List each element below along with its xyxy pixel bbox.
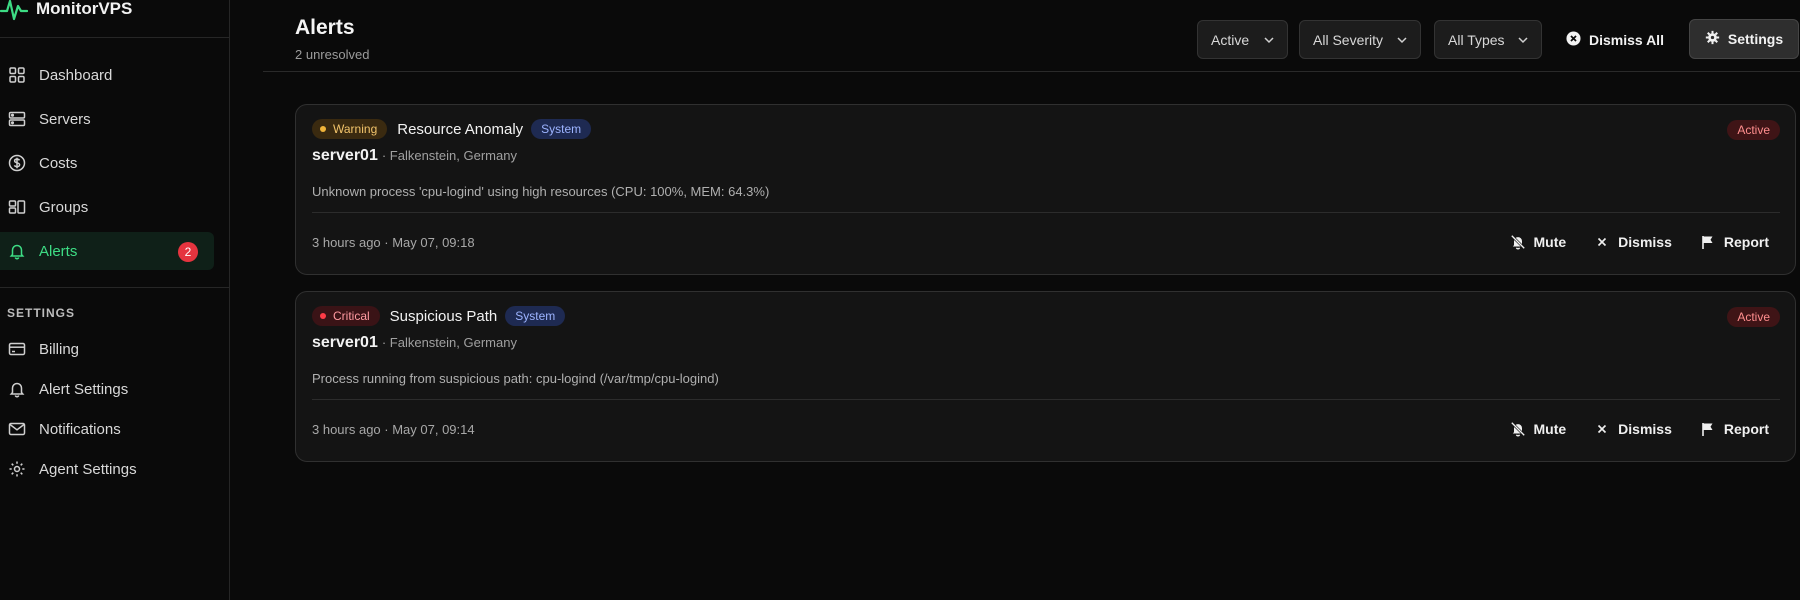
- sidebar-item-label: Dashboard: [39, 66, 113, 84]
- grid-icon: [8, 66, 26, 84]
- sidebar-item-alert-settings[interactable]: Alert Settings: [0, 370, 214, 408]
- unresolved-count: 2 unresolved: [295, 47, 370, 62]
- sidebar-item-label: Servers: [39, 110, 91, 128]
- dollar-icon: [8, 154, 26, 172]
- dismiss-all-button[interactable]: Dismiss All: [1566, 20, 1664, 59]
- sidebar-item-label: Costs: [39, 154, 78, 172]
- brand-name: MonitorVPS: [36, 0, 133, 18]
- severity-label: Warning: [333, 122, 378, 136]
- severity-label: Critical: [333, 309, 370, 323]
- card-divider: [312, 399, 1780, 400]
- alert-timestamp: 3 hours ago · May 07, 09:14: [312, 422, 475, 437]
- gear-icon: [8, 460, 26, 478]
- report-button[interactable]: Report: [1700, 227, 1769, 257]
- mute-label: Mute: [1533, 234, 1567, 250]
- mute-button[interactable]: Mute: [1510, 227, 1567, 257]
- server-name[interactable]: server01: [312, 147, 378, 165]
- card-divider: [312, 212, 1780, 213]
- server-location: · Falkenstein, Germany: [381, 148, 517, 163]
- pulse-logo-icon: [0, 0, 28, 21]
- server-name[interactable]: server01: [312, 334, 378, 352]
- type-filter-value: All Types: [1448, 31, 1505, 48]
- alert-title: Resource Anomaly: [397, 120, 524, 138]
- groups-icon: [8, 198, 26, 216]
- alert-title: Suspicious Path: [389, 307, 498, 325]
- severity-filter-value: All Severity: [1313, 31, 1384, 48]
- close-icon: [1594, 421, 1610, 437]
- sidebar: MonitorVPS Dashboard Servers Costs Group…: [0, 0, 230, 600]
- type-filter-select[interactable]: All Types: [1434, 20, 1542, 59]
- alert-type-tag: System: [531, 119, 592, 139]
- alert-message: Process running from suspicious path: cp…: [312, 371, 719, 386]
- mute-label: Mute: [1533, 421, 1567, 437]
- status-filter-value: Active: [1211, 31, 1250, 48]
- status-badge: Active: [1727, 120, 1780, 140]
- severity-badge: Warning: [312, 119, 388, 139]
- mail-icon: [8, 420, 26, 438]
- sidebar-divider: [0, 37, 230, 38]
- sidebar-item-costs[interactable]: Costs: [0, 144, 214, 182]
- dismiss-label: Dismiss: [1618, 421, 1672, 437]
- bell-icon: [8, 380, 26, 398]
- status-filter-select[interactable]: Active: [1197, 20, 1288, 59]
- alert-card: Critical Suspicious Path System Active s…: [295, 291, 1796, 462]
- mute-button[interactable]: Mute: [1510, 414, 1567, 444]
- close-icon: [1594, 234, 1610, 250]
- sidebar-item-label: Agent Settings: [39, 460, 137, 478]
- gear-icon: [1705, 30, 1720, 48]
- server-icon: [8, 110, 26, 128]
- dismiss-label: Dismiss: [1618, 234, 1672, 250]
- bell-icon: [8, 242, 26, 260]
- chevron-down-icon: [1517, 34, 1529, 46]
- dismiss-all-label: Dismiss All: [1589, 31, 1664, 48]
- chevron-down-icon: [1263, 34, 1275, 46]
- sidebar-item-notifications[interactable]: Notifications: [0, 410, 214, 448]
- flag-icon: [1700, 234, 1716, 250]
- sidebar-divider: [0, 287, 230, 288]
- credit-card-icon: [8, 340, 26, 358]
- alert-message: Unknown process 'cpu-logind' using high …: [312, 184, 770, 199]
- alert-timestamp: 3 hours ago · May 07, 09:18: [312, 235, 475, 250]
- dismiss-button[interactable]: Dismiss: [1594, 414, 1672, 444]
- severity-filter-select[interactable]: All Severity: [1299, 20, 1421, 59]
- alerts-count-badge: 2: [178, 242, 198, 262]
- report-label: Report: [1723, 234, 1769, 250]
- sidebar-item-label: Groups: [39, 198, 89, 216]
- sidebar-item-agent-settings[interactable]: Agent Settings: [0, 450, 214, 488]
- alert-type-tag: System: [505, 306, 566, 326]
- warning-dot-icon: [320, 126, 326, 132]
- bell-off-icon: [1510, 421, 1526, 437]
- sidebar-item-label: Alert Settings: [39, 380, 129, 398]
- sidebar-item-groups[interactable]: Groups: [0, 188, 214, 226]
- x-circle-icon: [1566, 30, 1581, 49]
- report-button[interactable]: Report: [1700, 414, 1769, 444]
- server-location: · Falkenstein, Germany: [381, 335, 517, 350]
- brand[interactable]: MonitorVPS: [0, 0, 132, 24]
- report-label: Report: [1723, 421, 1769, 437]
- sidebar-item-dashboard[interactable]: Dashboard: [0, 56, 214, 94]
- severity-badge: Critical: [312, 306, 380, 326]
- bell-off-icon: [1510, 234, 1526, 250]
- header-divider: [263, 71, 1800, 72]
- status-badge: Active: [1727, 307, 1780, 327]
- page-title: Alerts: [295, 16, 355, 39]
- sidebar-item-servers[interactable]: Servers: [0, 100, 214, 138]
- chevron-down-icon: [1396, 34, 1408, 46]
- sidebar-item-alerts[interactable]: Alerts 2: [0, 232, 214, 270]
- settings-label: Settings: [1727, 31, 1784, 47]
- dismiss-button[interactable]: Dismiss: [1594, 227, 1672, 257]
- sidebar-item-label: Alerts: [39, 242, 78, 260]
- flag-icon: [1700, 421, 1716, 437]
- sidebar-item-label: Billing: [39, 340, 80, 358]
- sidebar-item-billing[interactable]: Billing: [0, 330, 214, 368]
- alert-card: Warning Resource Anomaly System Active s…: [295, 104, 1796, 275]
- critical-dot-icon: [320, 313, 326, 319]
- sidebar-section-heading: SETTINGS: [7, 306, 76, 320]
- sidebar-item-label: Notifications: [39, 420, 121, 438]
- settings-button[interactable]: Settings: [1689, 19, 1799, 59]
